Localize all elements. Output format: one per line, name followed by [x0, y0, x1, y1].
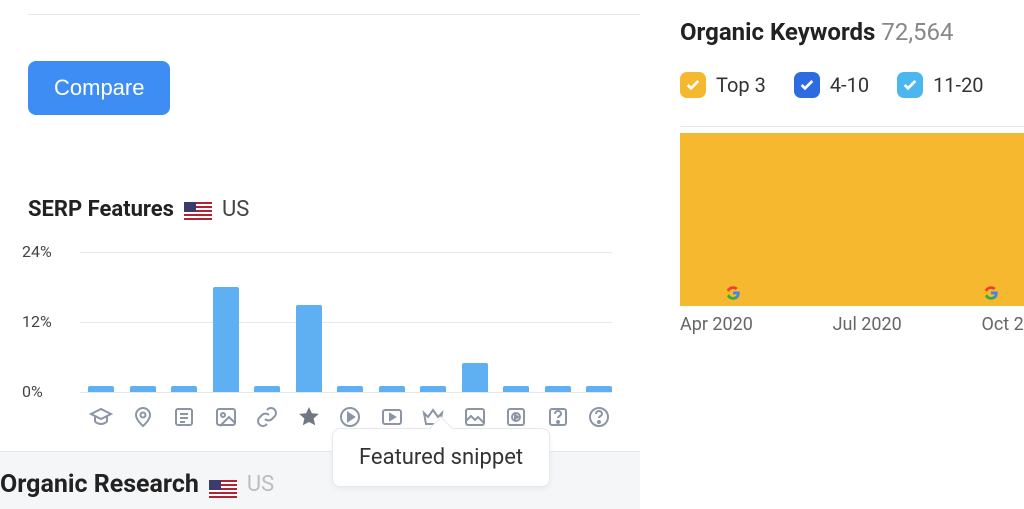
serp-features-title: SERP Features US [28, 197, 612, 222]
x-label: Apr 2020 [680, 314, 753, 335]
area-x-labels: Apr 2020 Jul 2020 Oct 202 [680, 314, 1024, 335]
organic-keywords-area-chart [680, 126, 1024, 306]
link-icon[interactable] [254, 404, 280, 430]
organic-research-country: US [247, 472, 274, 497]
organic-keywords-title: Organic Keywords 72,564 [680, 18, 1024, 46]
chart-bars [88, 252, 612, 392]
map-pin-icon[interactable] [130, 404, 156, 430]
checkbox-icon [794, 72, 820, 98]
bar-video-featured[interactable] [503, 386, 529, 392]
divider [28, 14, 640, 15]
ok-count: 72,564 [881, 18, 953, 46]
legend-label: 11-20 [933, 73, 984, 97]
bar-people-also-ask[interactable] [586, 386, 612, 392]
image-alt-icon[interactable] [462, 404, 488, 430]
legend-label: Top 3 [716, 73, 766, 97]
checkbox-icon [897, 72, 923, 98]
bar-faq[interactable] [545, 386, 571, 392]
legend: Top 3 4-10 11-20 [680, 72, 1024, 98]
ok-title-text: Organic Keywords [680, 18, 875, 46]
y-tick: 0% [22, 382, 43, 401]
video-icon[interactable] [379, 404, 405, 430]
country-label: US [222, 197, 249, 222]
area-series-top-3 [680, 134, 1024, 306]
image-icon[interactable] [213, 404, 239, 430]
serp-features-chart: 0%12%24% [48, 252, 612, 392]
google-icon [724, 284, 742, 302]
right-panel: Organic Keywords 72,564 Top 3 4-10 11-20 A… [680, 0, 1024, 509]
app-root: { "left_panel": { "compare_label": "Comp… [0, 0, 1024, 509]
y-tick: 24% [22, 242, 52, 261]
bar-knowledge-panel[interactable] [88, 386, 114, 392]
bar-instant-answer[interactable] [254, 386, 280, 392]
organic-research-title: Organic Research [0, 470, 199, 499]
y-axis: 0%12%24% [22, 252, 72, 392]
grid-line [80, 392, 612, 393]
question-circle-icon[interactable] [586, 404, 612, 430]
question-box-icon[interactable] [545, 404, 571, 430]
bar-sitelinks[interactable] [171, 386, 197, 392]
play-square-icon[interactable] [503, 404, 529, 430]
x-label: Jul 2020 [833, 314, 902, 335]
bar-local-pack[interactable] [130, 386, 156, 392]
scholar-icon[interactable] [88, 404, 114, 430]
bar-image[interactable] [462, 363, 488, 392]
section-title-text: SERP Features [28, 197, 174, 222]
us-flag-icon [184, 201, 212, 219]
tooltip-text: Featured snippet [359, 445, 523, 470]
compare-button[interactable]: Compare [28, 61, 170, 115]
y-tick: 12% [22, 312, 52, 331]
checkbox-icon [680, 72, 706, 98]
bar-video[interactable] [337, 386, 363, 392]
bar-top-stories[interactable] [420, 386, 446, 392]
legend-item-11-20[interactable]: 11-20 [897, 72, 984, 98]
google-update-markers [680, 284, 1024, 302]
bar-featured-snippet[interactable] [296, 305, 322, 393]
legend-item-4-10[interactable]: 4-10 [794, 72, 869, 98]
tooltip-featured-snippet: Featured snippet [332, 428, 550, 487]
star-icon[interactable] [296, 404, 322, 430]
google-icon [982, 284, 1000, 302]
x-label: Oct 202 [981, 314, 1024, 335]
legend-item-top-3[interactable]: Top 3 [680, 72, 766, 98]
legend-label: 4-10 [830, 73, 869, 97]
bar-image-pack[interactable] [213, 287, 239, 392]
play-circle-icon[interactable] [337, 404, 363, 430]
us-flag-icon [209, 476, 237, 494]
list-icon[interactable] [171, 404, 197, 430]
area-svg [680, 127, 1024, 306]
bar-video-carousel[interactable] [379, 386, 405, 392]
x-axis-icons [88, 404, 612, 430]
